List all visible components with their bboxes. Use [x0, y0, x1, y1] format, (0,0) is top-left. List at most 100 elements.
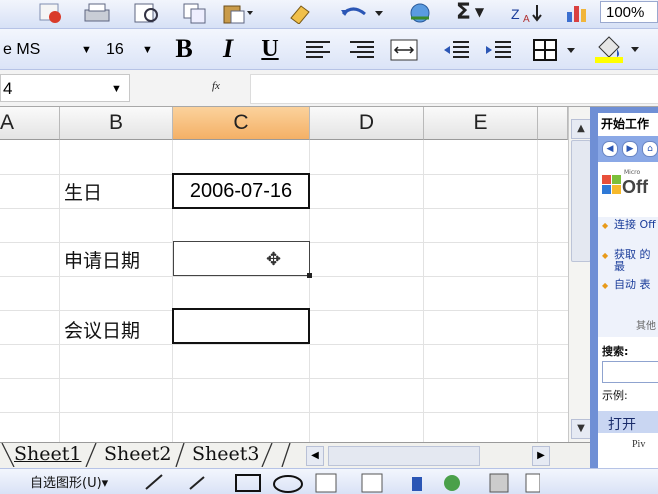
cell-c-apply-date[interactable]: ✥ — [173, 241, 312, 278]
column-header-a[interactable]: A — [0, 107, 60, 140]
name-box-value: 4 — [3, 79, 13, 98]
cell-c-meeting-date[interactable] — [172, 308, 310, 344]
scroll-down-icon[interactable]: ▼ — [571, 419, 591, 439]
autosum-icon[interactable]: Σ ▼ — [450, 0, 490, 25]
cell-b-apply-date[interactable]: 申请日期 — [64, 246, 140, 273]
permission-icon[interactable] — [36, 2, 66, 24]
font-dropdown-arrow[interactable]: ▼ — [81, 37, 92, 63]
formula-bar: 4 ▼ fx — [0, 70, 658, 107]
hscroll-thumb[interactable] — [328, 446, 480, 466]
standard-toolbar: Σ ▼ ZA 100% — [0, 0, 658, 29]
font-name-value: e MS — [3, 41, 41, 58]
underline-button[interactable]: U — [256, 34, 284, 64]
grid-line — [0, 276, 568, 277]
svg-text:Z: Z — [511, 6, 520, 22]
forward-icon[interactable]: ▶ — [622, 141, 638, 157]
column-header-e[interactable]: E — [424, 107, 538, 140]
column-e-label: E — [473, 111, 488, 134]
search-label: 搜索: — [602, 345, 629, 358]
increase-indent-icon[interactable] — [482, 37, 514, 63]
column-header-d[interactable]: D — [310, 107, 424, 140]
task-link-3[interactable]: 自动 表 — [614, 279, 656, 291]
task-pane-title: 开始工作 — [598, 113, 658, 135]
bullet-icon: ◆ — [602, 281, 609, 290]
drawing-tools-icon[interactable] — [140, 471, 540, 493]
office-logo-small: Micro — [624, 169, 641, 176]
open-label: 打开 — [608, 417, 636, 433]
print-preview-icon[interactable] — [130, 2, 164, 24]
grid-line — [537, 140, 538, 442]
column-header-f[interactable] — [538, 107, 568, 140]
font-name-box[interactable]: e MS ▼ — [0, 36, 100, 62]
scroll-up-icon[interactable]: ▲ — [571, 119, 591, 139]
bold-button[interactable]: B — [170, 34, 198, 64]
italic-button[interactable]: I — [214, 34, 242, 64]
formula-buttons: fx — [138, 74, 248, 102]
back-icon[interactable]: ◀ — [602, 141, 618, 157]
align-left-icon[interactable] — [302, 37, 334, 63]
home-icon[interactable]: ⌂ — [642, 141, 658, 157]
vertical-scrollbar[interactable]: ▲ ▼ — [568, 107, 591, 442]
hyperlink-icon[interactable] — [402, 2, 438, 24]
formula-input[interactable] — [250, 74, 658, 104]
size-dropdown-arrow[interactable]: ▼ — [142, 37, 153, 63]
fill-handle[interactable] — [307, 273, 312, 278]
decrease-indent-icon[interactable] — [440, 37, 472, 63]
undo-icon[interactable] — [336, 2, 386, 24]
column-b-label: B — [108, 111, 123, 134]
cell-b-meeting-date[interactable]: 会议日期 — [64, 316, 140, 343]
chart-wizard-icon[interactable] — [562, 2, 598, 24]
font-size-box[interactable]: 16 ▼ — [101, 36, 159, 62]
task-pane: 开始工作 ◀ ▶ ⌂ Micro Off ◆ 连接 Off ◆ 获取 的最 ◆ … — [590, 107, 658, 468]
cell-c-birthday[interactable]: 2006-07-16 — [172, 173, 310, 209]
autoshapes-menu[interactable]: 自选图形(U)▾ — [30, 472, 108, 491]
cell-b-birthday[interactable]: 生日 — [64, 178, 102, 205]
align-right-icon[interactable] — [346, 37, 378, 63]
horizontal-scrollbar[interactable]: ◀ ▶ — [300, 442, 590, 468]
sort-icon[interactable]: ZA — [506, 2, 546, 24]
sheet-tab-3[interactable]: Sheet3 — [192, 443, 259, 467]
drawing-toolbar: 自选图形(U)▾ — [0, 468, 658, 494]
worksheet-grid[interactable]: A B C D E 生日 申请日期 会议日期 2006-07-16 ✥ — [0, 107, 568, 442]
recent-file-link[interactable]: Piv — [632, 439, 645, 450]
column-header-b[interactable]: B — [60, 107, 173, 140]
open-section-header: 打开 — [598, 411, 658, 433]
grid-line — [0, 412, 568, 413]
office-logo-text: Off — [622, 177, 648, 197]
task-link-other[interactable]: 其他 — [636, 317, 656, 332]
font-size-value: 16 — [106, 41, 124, 58]
grid-line — [59, 140, 60, 442]
name-box-dropdown[interactable]: ▼ — [111, 75, 122, 103]
column-c-label: C — [233, 111, 249, 134]
fill-color-icon[interactable] — [590, 33, 650, 65]
sheet-tab-2[interactable]: Sheet2 — [104, 443, 171, 467]
task-pane-links: ◆ 连接 Off ◆ 获取 的最 ◆ 自动 表 其他 — [598, 217, 658, 337]
print-icon[interactable] — [80, 2, 114, 24]
example-label: 示例: — [602, 389, 628, 402]
task-link-2[interactable]: 获取 的最 — [614, 249, 656, 273]
column-a-label: A — [0, 111, 15, 134]
sheet-tab-1[interactable]: Sheet1 — [14, 443, 81, 467]
search-input[interactable] — [602, 361, 658, 383]
grid-line — [0, 344, 568, 345]
svg-text:A: A — [523, 14, 530, 24]
column-header-c[interactable]: C — [173, 107, 310, 140]
grid-line — [423, 140, 424, 442]
format-painter-icon[interactable] — [284, 2, 316, 24]
scroll-left-icon[interactable]: ◀ — [306, 446, 324, 466]
office-logo-icon — [602, 175, 621, 194]
insert-function-button[interactable]: fx — [212, 80, 220, 92]
grid-line — [0, 378, 568, 379]
scroll-thumb[interactable] — [571, 140, 591, 262]
bullet-icon: ◆ — [602, 221, 609, 230]
task-link-1[interactable]: 连接 Off — [614, 219, 656, 231]
copy-icon[interactable] — [180, 2, 210, 24]
scroll-right-icon[interactable]: ▶ — [532, 446, 550, 466]
task-pane-nav: ◀ ▶ ⌂ — [598, 136, 658, 162]
borders-icon[interactable] — [530, 37, 580, 63]
sheet-tabs: Sheet1 Sheet2 Sheet3 — [0, 442, 300, 468]
merge-center-icon[interactable] — [388, 37, 420, 63]
zoom-box[interactable]: 100% — [600, 1, 658, 23]
name-box[interactable]: 4 ▼ — [0, 74, 130, 102]
paste-icon[interactable] — [220, 2, 256, 24]
